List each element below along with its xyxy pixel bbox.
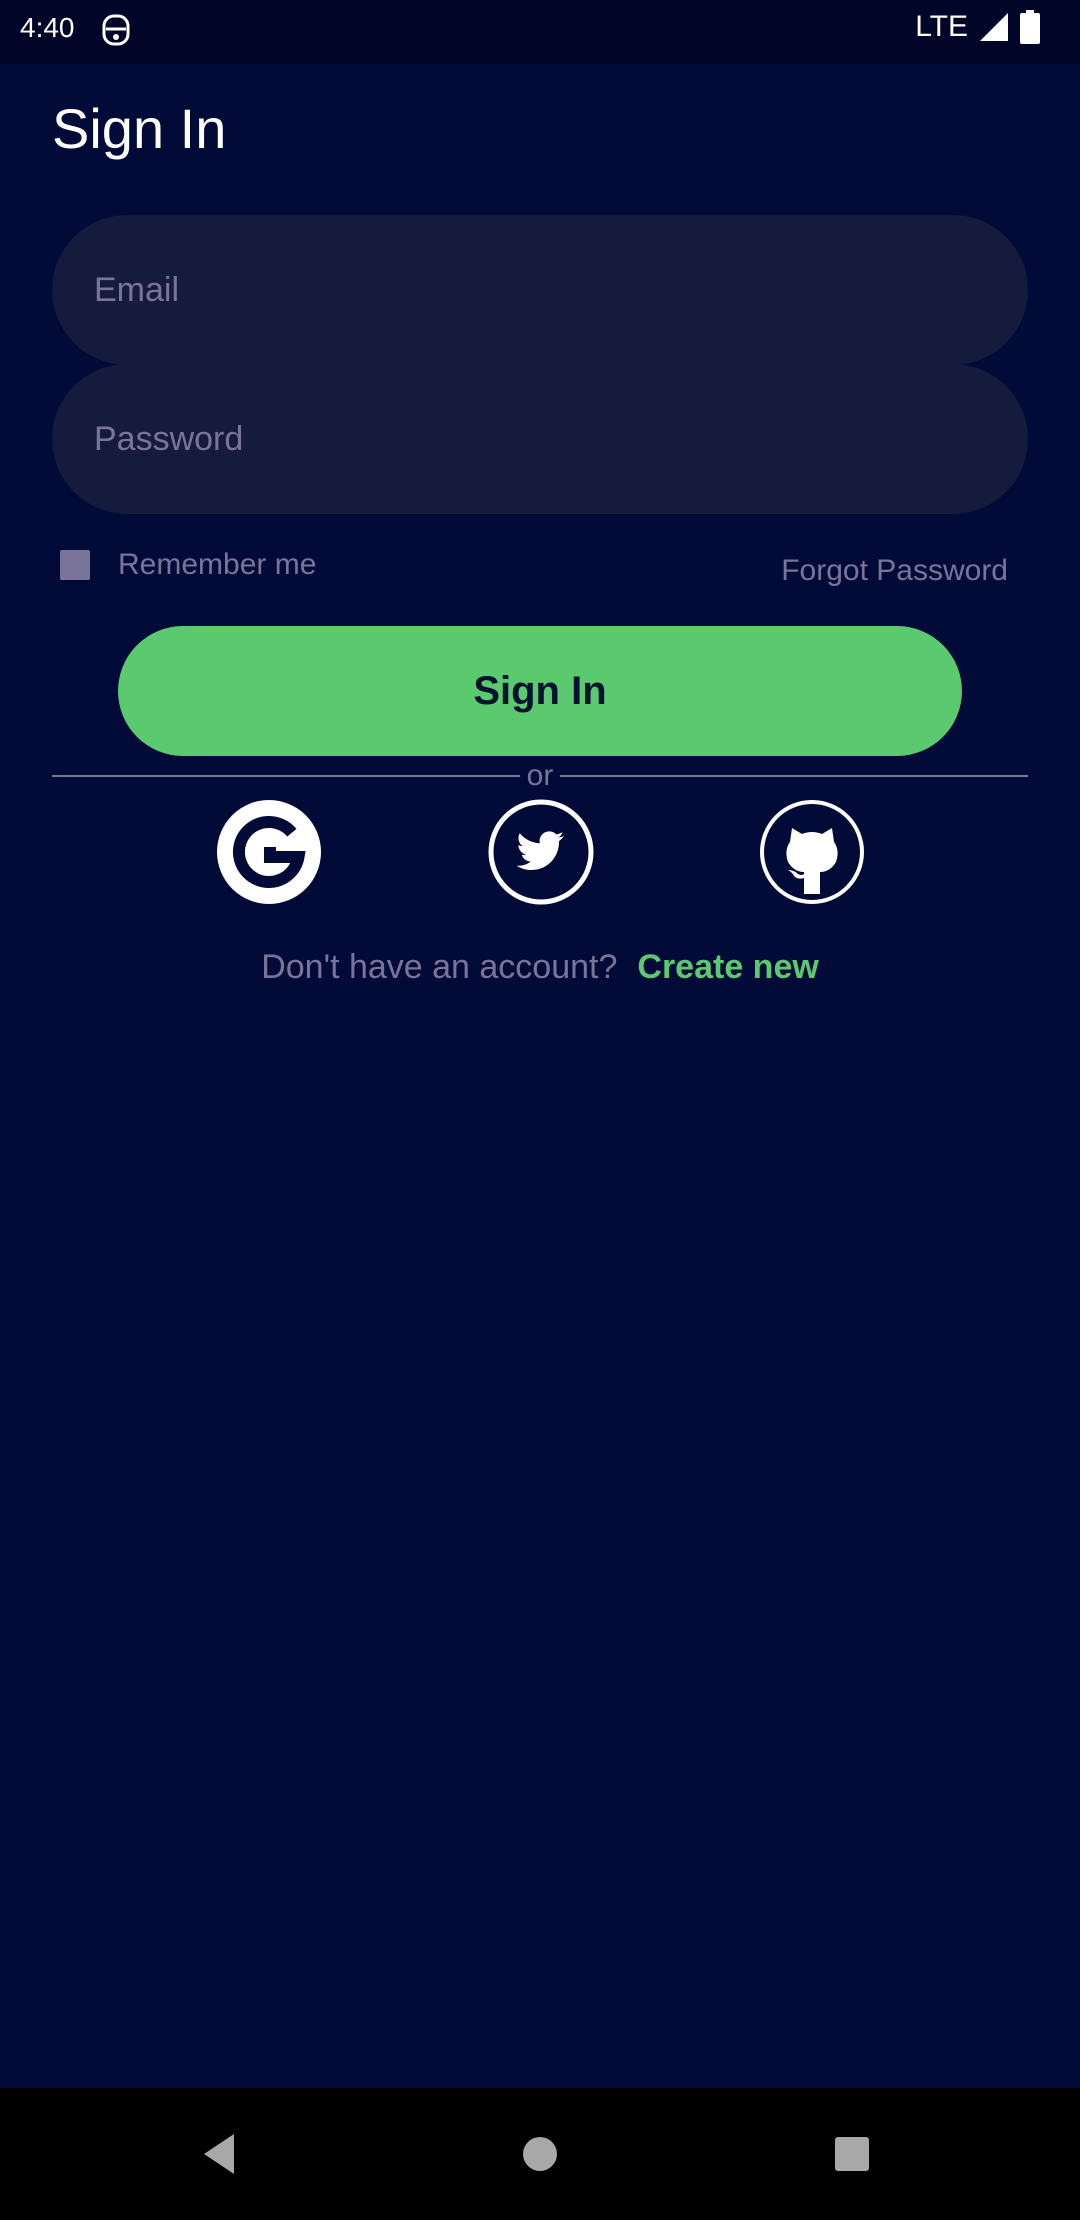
remember-me-toggle[interactable]: Remember me: [60, 548, 316, 582]
remember-me-checkbox[interactable]: [60, 550, 90, 580]
forgot-password-link[interactable]: Forgot Password: [781, 554, 1008, 588]
create-account-link[interactable]: Create new: [637, 948, 818, 987]
google-icon[interactable]: [215, 798, 323, 906]
page-title: Sign In: [52, 97, 227, 160]
battery-icon: [1020, 10, 1040, 44]
status-indicators: LTE: [915, 10, 1040, 44]
sign-in-button[interactable]: Sign In: [118, 626, 962, 756]
recents-icon[interactable]: [826, 2128, 878, 2180]
divider-or-label: or: [520, 760, 560, 792]
home-icon[interactable]: [514, 2128, 566, 2180]
status-time: 4:40: [20, 12, 75, 43]
password-input[interactable]: [52, 364, 1028, 514]
email-input[interactable]: [52, 215, 1028, 365]
password-field[interactable]: [52, 364, 1028, 514]
back-icon[interactable]: [198, 2128, 250, 2180]
remember-me-label: Remember me: [118, 548, 317, 581]
github-icon[interactable]: [758, 798, 866, 906]
status-bar: 4:40 LTE: [0, 0, 1080, 64]
signup-row: Don't have an account? Create new: [0, 948, 1080, 987]
navigation-bar: [0, 2088, 1080, 2220]
email-field[interactable]: [52, 215, 1028, 365]
network-type: LTE: [915, 10, 968, 43]
notification-app-icon: [102, 14, 130, 46]
signup-prompt: Don't have an account?: [261, 948, 618, 986]
twitter-icon[interactable]: [487, 798, 595, 906]
signal-icon: [980, 13, 1008, 41]
